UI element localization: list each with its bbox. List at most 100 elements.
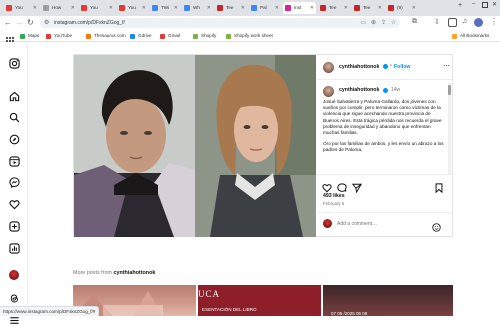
maximize-button[interactable]: [482, 2, 488, 8]
more-post-thumbnail-2[interactable]: UCA ESENTACIÓN DEL LIBRO: [198, 285, 321, 316]
browser-tab[interactable]: Tee ✕: [318, 2, 350, 14]
post-photo-left[interactable]: [74, 55, 195, 237]
post-card: cynthiahottonok • Follow ⋯ cynthiahotton…: [73, 54, 453, 237]
emoji-icon[interactable]: [432, 219, 441, 237]
more-post-thumbnail-3[interactable]: 07 05 /2025 05 09: [323, 285, 453, 316]
browser-tab[interactable]: You ✕: [4, 2, 39, 14]
bookmark-label: Shopify: [201, 33, 217, 38]
close-tab-icon[interactable]: ✕: [275, 2, 279, 14]
post-options-icon[interactable]: ⋯: [443, 62, 450, 70]
author-avatar[interactable]: [323, 62, 334, 73]
thumbnail-2-caption: ESENTACIÓN DEL LIBRO: [202, 307, 257, 312]
close-tab-icon[interactable]: ✕: [33, 2, 37, 14]
bookmark-item[interactable]: Gmail: [160, 32, 180, 40]
minimize-button[interactable]: –: [472, 1, 475, 7]
threads-icon[interactable]: [8, 292, 20, 304]
bookmark-item[interactable]: Shopify: [193, 32, 216, 40]
profile-avatar[interactable]: [474, 18, 483, 27]
follow-button[interactable]: Follow: [394, 64, 410, 70]
browser-tab[interactable]: Wh ✕: [182, 2, 213, 14]
close-tab-icon[interactable]: ✕: [310, 2, 314, 14]
tab-favicon-icon: [81, 5, 87, 11]
menu-icon[interactable]: ⋮: [490, 17, 498, 26]
share-icon[interactable]: ⇪: [381, 18, 386, 28]
zoom-icon[interactable]: ⊕: [371, 18, 376, 28]
tab-label: (9): [397, 5, 403, 10]
bookmark-item[interactable]: Shopify work sheet: [226, 32, 273, 40]
site-info-icon[interactable]: ⚙: [44, 18, 49, 28]
save-bookmark-icon[interactable]: [434, 180, 444, 198]
tab-label: Tee: [363, 5, 371, 10]
close-tab-icon[interactable]: ✕: [71, 2, 75, 14]
browser-tab[interactable]: TWi ✕: [150, 2, 180, 14]
share-send-icon[interactable]: [351, 180, 362, 198]
comment-input[interactable]: Add a comment…: [337, 221, 377, 227]
caption-paragraph-2: Oro por las familias de ambos, y les env…: [323, 141, 444, 153]
caption-username[interactable]: cynthiahottonok: [339, 87, 379, 93]
instagram-logo-icon[interactable]: [8, 57, 20, 69]
side-panel-icon[interactable]: [448, 18, 457, 27]
bookmark-item[interactable]: YouTube: [46, 32, 72, 40]
close-tab-icon[interactable]: ✕: [241, 2, 245, 14]
author-username[interactable]: cynthiahottonok: [339, 64, 379, 70]
browser-tab[interactable]: How ✕: [41, 2, 77, 14]
search-icon[interactable]: [8, 111, 20, 123]
caption-scrollbar[interactable]: [448, 83, 451, 174]
tab-label: TWi: [161, 5, 170, 10]
profile-avatar[interactable]: [8, 269, 20, 281]
notifications-heart-icon[interactable]: [8, 198, 20, 210]
close-window-button[interactable]: ✕: [492, 1, 497, 8]
browser-tab[interactable]: Inst ✕: [283, 2, 316, 14]
more-posts-username[interactable]: cynthiahottonok: [113, 270, 155, 276]
browser-tab[interactable]: You ✕: [79, 2, 115, 14]
create-icon[interactable]: [8, 220, 20, 232]
all-bookmarks[interactable]: All Bookmarks: [452, 32, 489, 40]
download-icon[interactable]: ⇩: [434, 18, 440, 26]
caption-scrollbar-thumb[interactable]: [448, 85, 451, 95]
bookmark-item[interactable]: Maps: [20, 32, 39, 40]
messenger-icon[interactable]: [8, 176, 20, 188]
post-date: February 5: [323, 201, 345, 206]
close-tab-icon[interactable]: ✕: [378, 2, 382, 14]
extensions-icon[interactable]: ⧉: [412, 18, 417, 26]
home-icon[interactable]: [8, 90, 20, 102]
explore-icon[interactable]: [8, 133, 20, 145]
apps-grid-icon[interactable]: [6, 32, 14, 45]
cast-icon[interactable]: ▭: [360, 18, 366, 28]
close-tab-icon[interactable]: ✕: [142, 2, 146, 14]
tab-favicon-icon: [152, 5, 158, 11]
bookmark-item[interactable]: Thesaurus.com: [86, 32, 126, 40]
close-tab-icon[interactable]: ✕: [344, 2, 348, 14]
bookmark-favicon-icon: [193, 33, 198, 39]
bookmark-star-icon[interactable]: ☆: [391, 18, 396, 28]
caption-author-avatar[interactable]: [323, 86, 334, 97]
post-photo-right[interactable]: [195, 55, 316, 237]
reels-icon[interactable]: [8, 155, 20, 167]
browser-tab[interactable]: (9) ✕: [386, 2, 418, 14]
close-tab-icon[interactable]: ✕: [174, 2, 178, 14]
close-tab-icon[interactable]: ✕: [412, 2, 416, 14]
address-bar[interactable]: ⚙ instagram.com/p/DFxknZGog_f/ ▭ ⊕ ⇪ ☆: [40, 18, 400, 28]
dashboard-icon[interactable]: [8, 242, 20, 254]
tab-favicon-icon: [354, 5, 360, 11]
more-posts-title: More posts from cynthiahottonok: [73, 270, 156, 276]
new-tab-button[interactable]: +: [458, 2, 462, 9]
back-icon[interactable]: ←: [4, 18, 12, 27]
bookmark-label: Gmail: [168, 33, 180, 38]
browser-tab[interactable]: Tee ✕: [352, 2, 384, 14]
close-tab-icon[interactable]: ✕: [109, 2, 113, 14]
forward-icon[interactable]: →: [15, 18, 23, 27]
post-time-ago: 14w: [391, 87, 401, 93]
tab-favicon-icon: [43, 5, 49, 11]
bookmark-label: Gdrive: [138, 33, 152, 38]
bookmark-item[interactable]: Gdrive: [130, 32, 152, 40]
media-icon[interactable]: ♫: [462, 18, 467, 25]
browser-tab[interactable]: Tee ✕: [215, 2, 247, 14]
browser-tab[interactable]: Pal ✕: [249, 2, 281, 14]
browser-tab[interactable]: You ✕: [117, 2, 148, 14]
likes-count[interactable]: 493 likes: [323, 193, 345, 199]
status-bar-url: https://www.instagram.com/p/DFxknZGog_f/…: [0, 306, 100, 316]
close-tab-icon[interactable]: ✕: [207, 2, 211, 14]
bookmark-favicon-icon: [20, 33, 25, 39]
reload-icon[interactable]: ↻: [27, 18, 34, 27]
